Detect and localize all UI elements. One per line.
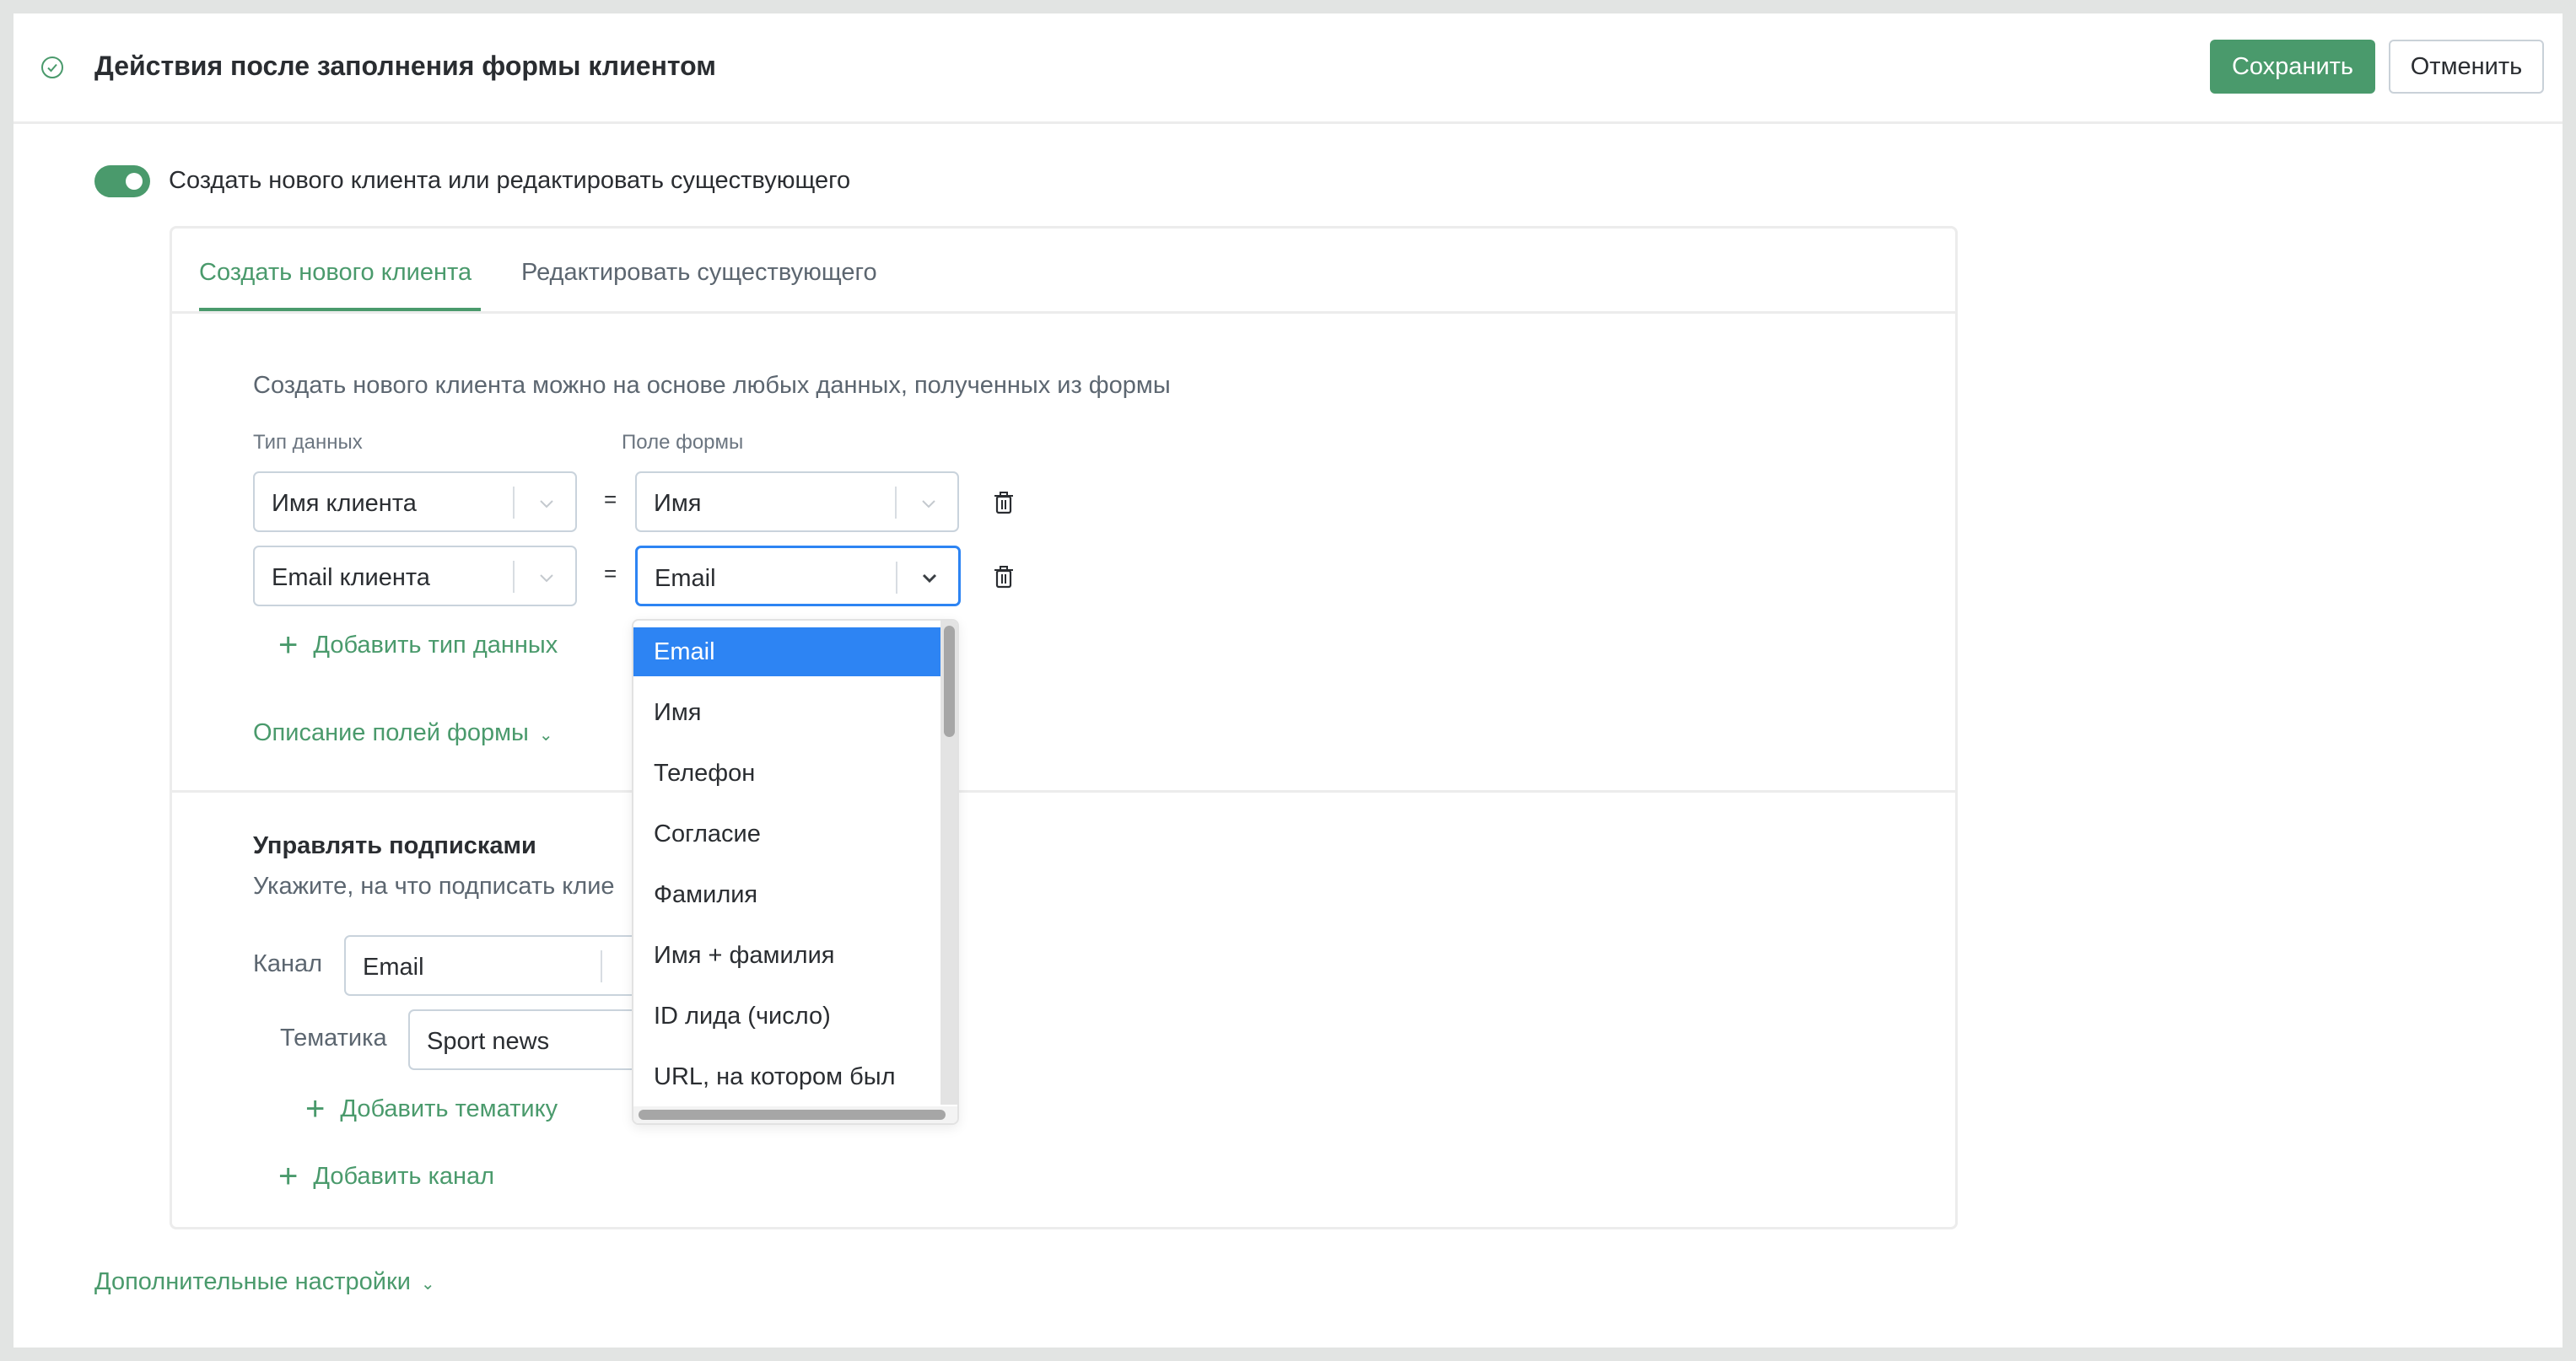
dropdown-option[interactable]: Согласие bbox=[633, 810, 940, 858]
topic-value: Sport news bbox=[427, 1028, 550, 1055]
chevron-down-icon bbox=[922, 573, 937, 584]
dropdown-option[interactable]: Фамилия bbox=[633, 870, 940, 919]
form-field-column-label: Поле формы bbox=[622, 431, 744, 454]
plus-icon: + bbox=[305, 1090, 326, 1127]
page-title: Действия после заполнения формы клиентом bbox=[94, 51, 716, 81]
add-channel-label: Добавить канал bbox=[313, 1162, 495, 1190]
add-data-type-label: Добавить тип данных bbox=[313, 631, 558, 659]
add-topic-link[interactable]: + Добавить тематику bbox=[305, 1092, 558, 1126]
add-topic-label: Добавить тематику bbox=[340, 1095, 558, 1122]
form-field-select[interactable]: Имя bbox=[635, 471, 959, 532]
subscriptions-description: Укажите, на что подписать клие bbox=[253, 873, 615, 900]
trash-icon[interactable] bbox=[993, 490, 1015, 515]
chevron-down-icon: ⌄ bbox=[420, 1275, 435, 1294]
dropdown-option[interactable]: Имя + фамилия bbox=[633, 931, 940, 980]
advanced-settings-toggle[interactable]: Дополнительные настройки ⌄ bbox=[94, 1268, 435, 1296]
vertical-scrollbar[interactable] bbox=[940, 621, 957, 1105]
select-separator bbox=[513, 561, 515, 593]
select-separator bbox=[513, 487, 515, 519]
data-type-select[interactable]: Email клиента bbox=[253, 546, 577, 606]
dropdown-option[interactable]: Email bbox=[633, 627, 940, 676]
form-fields-description-toggle[interactable]: Описание полей формы ⌄ bbox=[253, 719, 553, 747]
option-label: Согласие bbox=[654, 820, 761, 847]
form-field-dropdown-menu: Email Имя Телефон Согласие Фамилия Имя +… bbox=[632, 619, 959, 1125]
plus-icon: + bbox=[278, 627, 299, 664]
section-divider bbox=[172, 790, 1955, 793]
vertical-scroll-thumb[interactable] bbox=[944, 626, 955, 737]
tab-edit-existing[interactable]: Редактировать существующего bbox=[521, 259, 877, 287]
equals-sign: = bbox=[604, 487, 617, 512]
data-type-select[interactable]: Имя клиента bbox=[253, 471, 577, 532]
form-fields-description-label: Описание полей формы bbox=[253, 719, 529, 746]
add-data-type-link[interactable]: + Добавить тип данных bbox=[278, 628, 558, 662]
settings-card: Действия после заполнения формы клиентом… bbox=[13, 13, 2563, 1348]
add-channel-link[interactable]: + Добавить канал bbox=[278, 1159, 494, 1193]
create-description: Создать нового клиента можно на основе л… bbox=[253, 372, 1171, 399]
horizontal-scroll-thumb[interactable] bbox=[639, 1110, 946, 1120]
trash-icon[interactable] bbox=[993, 564, 1015, 589]
equals-sign: = bbox=[604, 561, 617, 586]
subscriptions-title: Управлять подписками bbox=[253, 832, 536, 859]
save-button[interactable]: Сохранить bbox=[2210, 40, 2375, 94]
toggle-knob bbox=[126, 173, 143, 190]
check-circle-icon bbox=[41, 56, 63, 78]
active-tab-indicator bbox=[199, 308, 481, 311]
horizontal-scrollbar[interactable] bbox=[633, 1106, 957, 1123]
option-label: ID лида (число) bbox=[654, 1003, 831, 1030]
toggle-label: Создать нового клиента или редактировать… bbox=[169, 167, 851, 194]
form-field-value: Имя bbox=[654, 490, 702, 517]
chevron-down-icon bbox=[540, 574, 553, 583]
dropdown-option[interactable]: Телефон bbox=[633, 749, 940, 798]
chevron-down-icon bbox=[922, 500, 935, 508]
tab-create-client[interactable]: Создать нового клиента bbox=[199, 259, 472, 287]
create-or-edit-toggle[interactable] bbox=[94, 165, 150, 197]
channel-value: Email bbox=[363, 954, 424, 981]
form-field-select-focused[interactable]: Email bbox=[635, 546, 961, 606]
select-separator bbox=[896, 562, 897, 594]
option-label: URL, на котором был bbox=[654, 1063, 896, 1090]
chevron-down-icon bbox=[540, 500, 553, 508]
channel-select[interactable]: Email bbox=[344, 935, 665, 996]
tabs: Создать нового клиента Редактировать сущ… bbox=[172, 229, 1955, 314]
data-type-column-label: Тип данных bbox=[253, 431, 363, 454]
chevron-down-icon: ⌄ bbox=[538, 726, 553, 745]
data-type-value: Email клиента bbox=[272, 564, 430, 591]
option-label: Email bbox=[654, 638, 715, 665]
dropdown-option[interactable]: URL, на котором был bbox=[633, 1052, 940, 1101]
select-separator bbox=[895, 487, 897, 519]
plus-icon: + bbox=[278, 1158, 299, 1195]
cancel-button[interactable]: Отменить bbox=[2389, 40, 2544, 94]
channel-label: Канал bbox=[253, 950, 323, 977]
option-label: Имя bbox=[654, 699, 702, 726]
client-panel: Создать нового клиента Редактировать сущ… bbox=[170, 226, 1958, 1229]
advanced-settings-label: Дополнительные настройки bbox=[94, 1268, 411, 1295]
select-separator bbox=[601, 950, 602, 982]
option-label: Имя + фамилия bbox=[654, 942, 835, 969]
option-label: Фамилия bbox=[654, 881, 758, 908]
header: Действия после заполнения формы клиентом… bbox=[13, 13, 2563, 124]
form-field-input[interactable]: Email bbox=[655, 565, 716, 593]
topic-label: Тематика bbox=[280, 1025, 387, 1052]
dropdown-option[interactable]: ID лида (число) bbox=[633, 992, 940, 1041]
option-label: Телефон bbox=[654, 760, 756, 787]
dropdown-option[interactable]: Имя bbox=[633, 688, 940, 737]
data-type-value: Имя клиента bbox=[272, 490, 417, 517]
